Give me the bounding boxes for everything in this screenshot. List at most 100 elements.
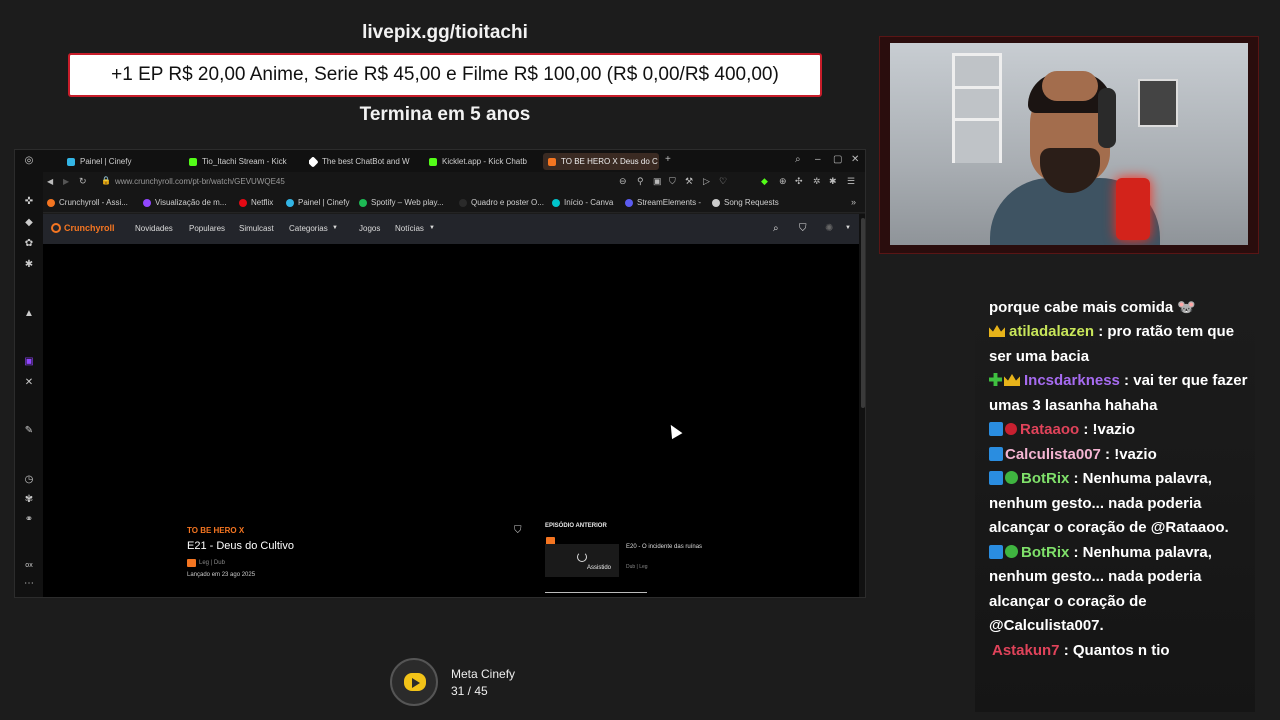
profile-icon[interactable]: ✺ xyxy=(825,223,833,234)
crunchyroll-logo-icon xyxy=(51,223,61,233)
bookmark-cinefy[interactable]: Painel | Cinefy xyxy=(286,198,349,207)
nav-jogos[interactable]: Jogos xyxy=(359,224,380,233)
spotify-icon xyxy=(359,198,367,207)
x-icon[interactable]: ✕ xyxy=(23,377,35,389)
watched-label: Assistido xyxy=(587,565,612,571)
puzzle-icon[interactable]: ✣ xyxy=(795,176,803,187)
search-tabs-icon[interactable]: ⌕ xyxy=(795,154,801,165)
chat-text: : !vazio xyxy=(1100,445,1157,463)
twitch-icon xyxy=(143,198,151,207)
close-button[interactable]: ✕ xyxy=(851,154,859,165)
more-bookmarks-icon[interactable]: » xyxy=(851,197,856,207)
rating-badge-icon xyxy=(187,559,196,567)
bookmarks-bar: Crunchyroll - Assi... Visualização de m.… xyxy=(15,193,865,213)
canva-icon xyxy=(552,198,560,207)
nav-simulcast[interactable]: Simulcast xyxy=(239,224,274,233)
back-icon[interactable]: ◀ xyxy=(47,177,53,186)
twitch-icon[interactable]: ▣ xyxy=(23,356,35,368)
scrollbar-thumb[interactable] xyxy=(861,218,865,408)
previous-episode-thumbnail[interactable]: Assistido xyxy=(545,544,619,577)
url-text[interactable]: www.crunchyroll.com/pt-br/watch/GEVUWQE4… xyxy=(115,177,285,186)
chat-username[interactable]: Rataaoo xyxy=(1020,421,1079,438)
extension-icon[interactable]: ⚒ xyxy=(685,176,693,187)
tab-chatbot[interactable]: The best ChatBot and W xyxy=(309,153,413,170)
bookmark-netflix[interactable]: Netflix xyxy=(239,198,273,207)
series-title[interactable]: TO BE HERO X xyxy=(187,526,244,535)
sidebar-clock-icon[interactable]: ◷ xyxy=(23,474,35,486)
cinefy-meta-icon xyxy=(390,658,438,706)
tab-crunchyroll-active[interactable]: TO BE HERO X Deus do C xyxy=(543,153,659,170)
chat-text: : !vazio xyxy=(1079,421,1136,438)
watchlist-icon[interactable]: ⛉ xyxy=(514,525,522,536)
settings-icon[interactable]: ✲ xyxy=(813,176,821,187)
sidebar-gem-icon[interactable]: ◆ xyxy=(23,217,35,229)
heart-icon[interactable]: ♡ xyxy=(719,176,727,187)
crunchyroll-nav: Crunchyroll Novidades Populares Simulcas… xyxy=(43,214,859,244)
bookmark-song-requests[interactable]: Song Requests xyxy=(712,198,779,207)
crown-badge-icon xyxy=(989,325,1005,337)
episode-language: Leg | Dub xyxy=(187,559,225,567)
browser-menu-icon[interactable]: ◎ xyxy=(23,155,35,167)
sidebar-icon[interactable]: ✱ xyxy=(829,176,837,187)
bookmark-icon[interactable]: ⛉ xyxy=(799,223,807,234)
bookmark-streamelements[interactable]: StreamElements - xyxy=(625,198,701,207)
tab-painel-cinefy[interactable]: Painel | Cinefy xyxy=(67,153,177,170)
crown-badge-icon xyxy=(1004,374,1020,386)
chat-username[interactable]: Astakun7 xyxy=(989,642,1060,659)
plus-badge-icon xyxy=(989,373,1002,386)
bookmark-crunchyroll[interactable]: Crunchyroll - Assi... xyxy=(47,198,128,207)
chat-username[interactable]: atiladalazen xyxy=(1009,323,1094,340)
play-icon[interactable]: ▷ xyxy=(703,176,710,187)
screenshot-icon[interactable]: ▣ xyxy=(653,176,662,187)
tab-kick-stream[interactable]: Tio_Itachi Stream - Kick xyxy=(189,153,293,170)
bookmark-label: Quadro e poster O... xyxy=(471,198,544,207)
maximize-button[interactable]: ▢ xyxy=(833,154,842,165)
sidebar-link-icon[interactable]: ⚭ xyxy=(23,514,35,526)
bookmark-canva[interactable]: Início - Canva xyxy=(552,198,613,207)
search-icon[interactable]: ⌕ xyxy=(773,223,779,234)
chat-username[interactable]: BotRix xyxy=(1021,544,1069,561)
sidebar-ox-icon[interactable]: ox xyxy=(23,560,35,572)
poster xyxy=(1138,79,1178,127)
sidebar-leaf-icon[interactable]: ✿ xyxy=(23,238,35,250)
pin-icon[interactable]: ⚲ xyxy=(637,176,644,187)
bookmark-visualizacao[interactable]: Visualização de m... xyxy=(143,198,226,207)
page-scrollbar[interactable] xyxy=(859,214,865,597)
nav-categorias[interactable]: Categorias xyxy=(289,224,328,233)
sidebar-cat-icon[interactable]: ✾ xyxy=(23,494,35,506)
sidebar-arrow-icon[interactable]: ▲ xyxy=(23,308,35,320)
tab-kicklet[interactable]: Kicklet.app - Kick Chatb xyxy=(429,153,537,170)
sidebar-tool-icon[interactable]: ✜ xyxy=(23,196,35,208)
reload-icon[interactable]: ↻ xyxy=(79,176,87,187)
forward-icon[interactable]: ▶ xyxy=(63,177,69,186)
crunchyroll-icon xyxy=(47,198,55,207)
sidebar-star-icon[interactable]: ✱ xyxy=(23,259,35,271)
chevron-down-icon[interactable]: ▼ xyxy=(845,225,851,231)
crunchyroll-logo[interactable]: Crunchyroll xyxy=(51,223,115,233)
meta-label: Meta Cinefy xyxy=(451,667,516,681)
shelf xyxy=(952,53,1002,163)
minimize-button[interactable]: – xyxy=(815,154,821,165)
shield-icon[interactable]: ⛉ xyxy=(669,176,676,187)
bookmark-label: Crunchyroll - Assi... xyxy=(59,198,128,207)
previous-episode-title[interactable]: E20 - O incidente das ruínas xyxy=(626,544,706,551)
nav-noticias[interactable]: Notícias xyxy=(395,224,424,233)
nav-novidades[interactable]: Novidades xyxy=(135,224,173,233)
zoom-icon[interactable]: ⊖ xyxy=(619,176,627,187)
sidebar-pen-icon[interactable]: ✎ xyxy=(23,425,35,437)
crunchyroll-page: Crunchyroll Novidades Populares Simulcas… xyxy=(43,214,859,597)
download-icon[interactable]: ⊕ xyxy=(779,176,787,187)
crunchyroll-icon xyxy=(548,157,556,166)
nav-populares[interactable]: Populares xyxy=(189,224,225,233)
kick-extension-icon[interactable]: ◆ xyxy=(761,176,768,187)
tab-label: The best ChatBot and W xyxy=(322,157,410,166)
chat-username[interactable]: Incsdarkness xyxy=(1024,372,1120,389)
bookmark-spotify[interactable]: Spotify – Web play... xyxy=(359,198,444,207)
chat-username[interactable]: BotRix xyxy=(1021,470,1069,487)
bookmark-quadro[interactable]: Quadro e poster O... xyxy=(459,198,544,207)
new-tab-button[interactable]: + xyxy=(665,154,671,165)
red-badge-icon xyxy=(1005,423,1017,435)
menu-icon[interactable]: ☰ xyxy=(847,176,855,187)
chat-username[interactable]: Calculista007 xyxy=(1005,446,1101,463)
sidebar-more-icon[interactable]: ⋯ xyxy=(23,578,35,590)
